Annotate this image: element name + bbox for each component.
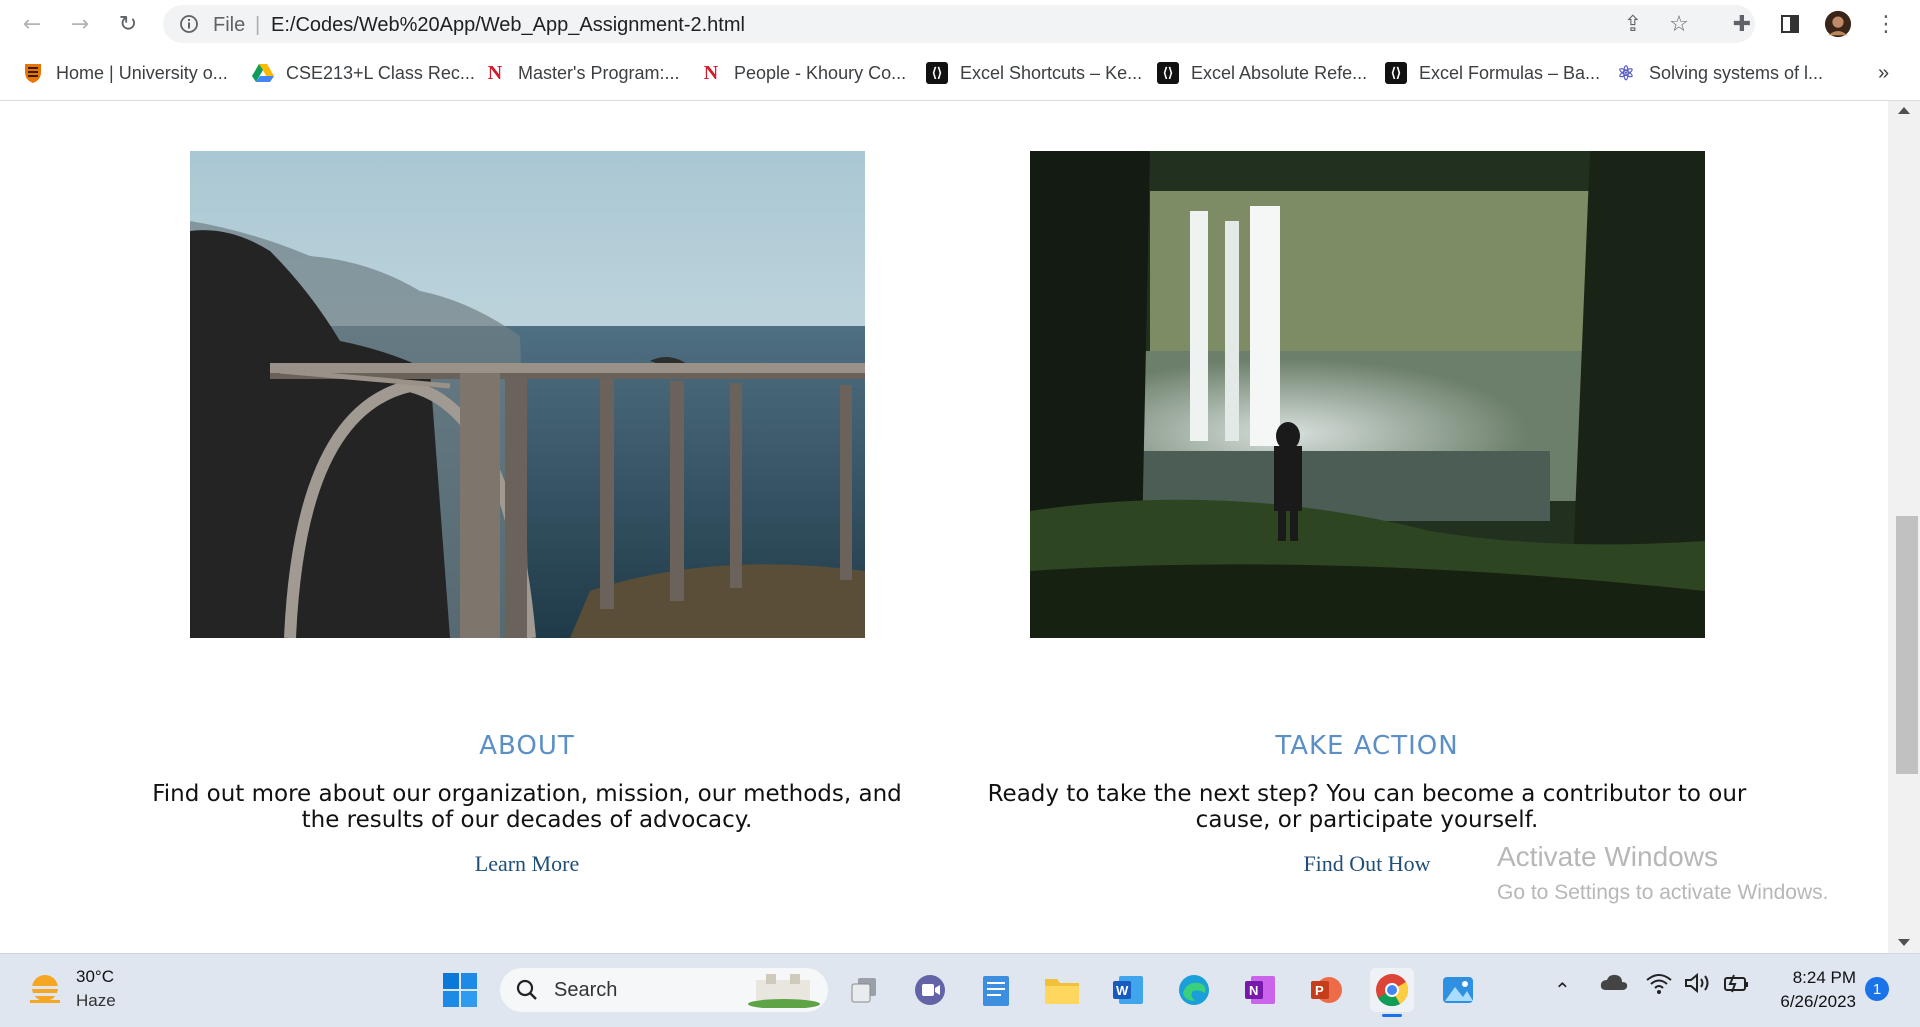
edge-browser-icon[interactable]	[1172, 968, 1216, 1012]
back-arrow-icon[interactable]: ←	[16, 8, 48, 40]
northeastern-n-icon: N	[703, 61, 719, 84]
excel-site-icon: ⟨⟩	[926, 62, 948, 84]
system-clock[interactable]: 8:24 PM 6/26/2023	[1756, 966, 1856, 1014]
activate-windows-watermark: Activate Windows Go to Settings to activ…	[1497, 841, 1829, 905]
bookmark-star-icon[interactable]: ☆	[1665, 10, 1693, 38]
windows-taskbar: 30°C Haze Search W N P ⌃ 8:24 PM 6/26/20…	[0, 953, 1920, 1027]
svg-text:W: W	[1116, 983, 1129, 998]
bridge-photo	[190, 151, 865, 638]
menu-kebab-icon[interactable]: ⋮	[1872, 10, 1900, 38]
learn-more-link[interactable]: Learn More	[475, 851, 579, 877]
url-scheme: File	[213, 14, 246, 36]
word-icon[interactable]: W	[1106, 968, 1150, 1012]
photos-icon[interactable]	[1436, 968, 1480, 1012]
about-section: ABOUT Find out more about our organizati…	[147, 731, 907, 877]
show-hidden-icons-chevron-icon[interactable]: ⌃	[1554, 978, 1571, 1003]
side-panel-icon[interactable]	[1776, 10, 1804, 38]
about-text: Find out more about our organization, mi…	[152, 781, 902, 833]
weather-temperature: 30°C	[76, 967, 114, 986]
clock-time: 8:24 PM	[1792, 968, 1856, 987]
info-icon[interactable]	[179, 14, 199, 34]
forward-arrow-icon[interactable]: →	[64, 8, 96, 40]
svg-text:P: P	[1315, 983, 1324, 998]
take-action-text: Ready to take the next step? You can bec…	[987, 781, 1747, 833]
bookmark-item[interactable]: CSE213+L Class Rec...	[252, 60, 475, 86]
bookmark-item[interactable]: ⟨⟩ Excel Shortcuts – Ke...	[926, 60, 1142, 86]
search-label: Search	[554, 979, 618, 1001]
scroll-down-arrow-icon[interactable]	[1898, 939, 1910, 946]
profile-avatar[interactable]	[1824, 10, 1852, 38]
activate-windows-title: Activate Windows	[1497, 841, 1718, 872]
active-app-indicator	[1382, 1014, 1402, 1017]
svg-text:N: N	[1249, 983, 1258, 998]
search-icon	[516, 979, 537, 1000]
excel-site-icon: ⟨⟩	[1157, 62, 1179, 84]
wifi-icon[interactable]	[1646, 972, 1672, 999]
weather-description: Haze	[76, 991, 116, 1010]
chrome-icon[interactable]	[1370, 968, 1414, 1017]
princeton-shield-icon	[22, 62, 44, 84]
clock-date: 6/26/2023	[1780, 992, 1856, 1011]
taskbar-search-box[interactable]: Search	[500, 968, 828, 1012]
bookmark-item[interactable]: ⟨⟩ Excel Absolute Refe...	[1157, 60, 1367, 86]
waterfall-photo	[1030, 151, 1705, 638]
scrollbar-thumb[interactable]	[1896, 516, 1918, 774]
weather-haze-icon	[28, 975, 62, 1003]
search-highlight-illustration-icon	[748, 974, 820, 1008]
bookmark-item[interactable]: Home | University o...	[22, 60, 228, 86]
page-scrollbar[interactable]	[1888, 101, 1920, 953]
find-out-how-link[interactable]: Find Out How	[1303, 851, 1430, 877]
onenote-icon[interactable]: N	[1238, 968, 1282, 1012]
url-separator: |	[255, 14, 261, 36]
activate-windows-subtitle: Go to Settings to activate Windows.	[1497, 881, 1829, 904]
notification-badge[interactable]: 1	[1865, 977, 1889, 1001]
address-bar[interactable]: File | E:/Codes/Web%20App/Web_App_Assign…	[163, 5, 1755, 43]
powerpoint-icon[interactable]: P	[1304, 968, 1348, 1012]
excel-site-icon: ⟨⟩	[1385, 62, 1407, 84]
volume-icon[interactable]	[1684, 972, 1712, 999]
bookmark-item[interactable]: ⟨⟩ Excel Formulas – Ba...	[1385, 60, 1600, 86]
bookmark-item[interactable]: N People - Khoury Co...	[700, 60, 906, 86]
browser-toolbar: ← → ↻ File | E:/Codes/Web%20App/Web_App_…	[0, 0, 1920, 48]
battery-charging-icon[interactable]	[1722, 972, 1750, 999]
task-view-icon[interactable]	[842, 968, 886, 1012]
more-bookmarks-button[interactable]: »	[1878, 60, 1889, 86]
scroll-up-arrow-icon[interactable]	[1898, 107, 1910, 114]
take-action-heading: TAKE ACTION	[1275, 731, 1459, 761]
bookmarks-bar: Home | University o... CSE213+L Class Re…	[0, 48, 1920, 101]
atom-icon: ⚛	[1617, 62, 1635, 85]
file-explorer-icon[interactable]	[1040, 968, 1084, 1012]
northeastern-n-icon: N	[487, 61, 503, 84]
teams-chat-icon[interactable]	[908, 968, 952, 1012]
url-text[interactable]: E:/Codes/Web%20App/Web_App_Assignment-2.…	[271, 14, 745, 37]
page-content: ABOUT Find out more about our organizati…	[0, 101, 1888, 953]
windows-logo-icon	[443, 973, 477, 1007]
bookmark-item[interactable]: ⚛ Solving systems of l...	[1615, 60, 1823, 86]
onedrive-cloud-icon[interactable]	[1600, 972, 1628, 997]
weather-widget[interactable]: 30°C Haze	[24, 967, 116, 1017]
google-drive-icon	[252, 62, 274, 84]
about-heading: ABOUT	[479, 731, 575, 761]
start-button[interactable]	[438, 968, 482, 1012]
notepad-icon[interactable]	[974, 968, 1018, 1012]
extensions-puzzle-icon[interactable]: ✚	[1728, 10, 1756, 38]
reload-icon[interactable]: ↻	[112, 8, 144, 40]
bookmark-item[interactable]: N Master's Program:...	[484, 60, 680, 86]
share-icon[interactable]: ⇪	[1619, 10, 1647, 38]
